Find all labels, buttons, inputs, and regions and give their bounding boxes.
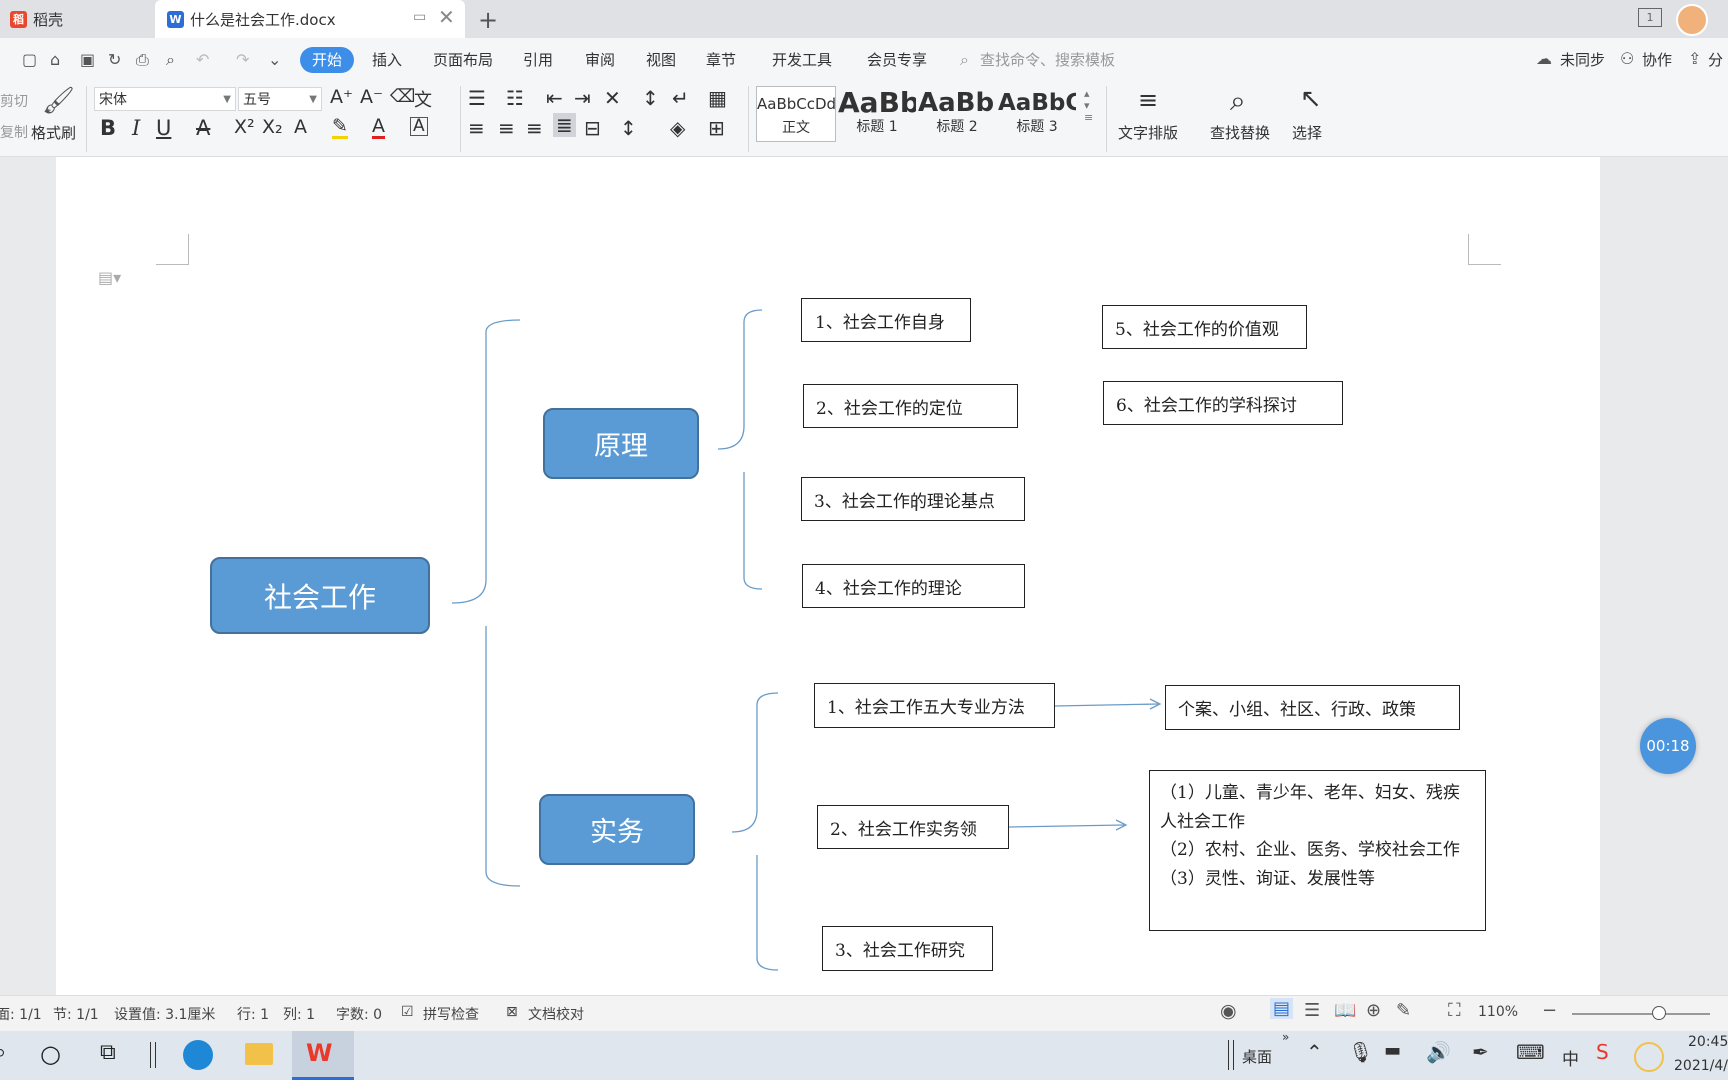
fields-box[interactable]: （1）儿童、青少年、老年、妇女、残疾人社会工作 （2）农村、企业、医务、学校社会… bbox=[1149, 770, 1486, 931]
keyboard-icon[interactable]: ⌨ bbox=[1516, 1040, 1545, 1064]
read-view-icon[interactable]: 📖 bbox=[1334, 1000, 1356, 1021]
search-icon[interactable]: ⌕ bbox=[0, 1040, 6, 1065]
status-page[interactable]: 页面: 1/1 bbox=[0, 1004, 42, 1024]
principle-item-4[interactable]: 4、社会工作的理论 bbox=[802, 564, 1025, 608]
principle-item-6[interactable]: 6、社会工作的学科探讨 bbox=[1103, 381, 1343, 425]
brace-root-bottom bbox=[485, 626, 521, 887]
desktop-toolbar[interactable]: 桌面 bbox=[1242, 1046, 1272, 1067]
spellcheck-icon: ☑ bbox=[401, 1004, 414, 1020]
zoom-level[interactable]: 110% bbox=[1478, 1004, 1518, 1020]
status-wordcount[interactable]: 字数: 0 bbox=[336, 1004, 382, 1024]
root-node[interactable]: 社会工作 bbox=[210, 557, 430, 634]
text-cursor-icon: I bbox=[914, 496, 919, 515]
edit-mode-icon[interactable]: ✎ bbox=[1396, 1000, 1411, 1021]
outline-view-icon[interactable]: ☰ bbox=[1304, 1000, 1320, 1021]
ime-indicator[interactable]: 中 bbox=[1562, 1045, 1579, 1070]
spellcheck-button[interactable]: 拼写检查 bbox=[423, 1004, 479, 1024]
task-view-icon[interactable]: ⧉ bbox=[100, 1040, 116, 1065]
recording-timer[interactable]: 00:18 bbox=[1640, 718, 1696, 774]
clock-app-icon[interactable] bbox=[1634, 1042, 1664, 1072]
principle-item-5[interactable]: 5、社会工作的价值观 bbox=[1102, 305, 1307, 349]
wps-taskbar-button[interactable]: W bbox=[292, 1031, 354, 1080]
microphone-icon[interactable]: 🎙 bbox=[1348, 1040, 1373, 1064]
taskbar-divider bbox=[150, 1042, 156, 1068]
principle-item-3[interactable]: 3、社会工作的理论基点 bbox=[801, 477, 1025, 521]
toolbar-expand-icon[interactable]: » bbox=[1282, 1030, 1289, 1044]
brace-principles-bottom bbox=[743, 472, 763, 590]
zoom-slider-handle[interactable] bbox=[1652, 1006, 1666, 1020]
principle-item-1[interactable]: 1、社会工作自身 bbox=[801, 298, 971, 342]
taskbar-divider bbox=[1228, 1040, 1234, 1070]
proofread-button[interactable]: 文档校对 bbox=[528, 1004, 584, 1024]
edge-icon[interactable] bbox=[183, 1040, 213, 1070]
clock-date[interactable]: 2021/4/ bbox=[1674, 1058, 1728, 1074]
status-row: 行: 1 bbox=[237, 1007, 270, 1023]
branch-practice[interactable]: 实务 bbox=[539, 794, 695, 865]
practice-item-3[interactable]: 3、社会工作研究 bbox=[822, 926, 993, 971]
principle-item-2[interactable]: 2、社会工作的定位 bbox=[803, 384, 1018, 428]
arrow-methods bbox=[1054, 703, 1159, 707]
status-col: 列: 1 bbox=[283, 1007, 316, 1023]
zoom-out-icon[interactable]: − bbox=[1542, 1000, 1557, 1021]
proofread-icon: ⊠ bbox=[506, 1004, 518, 1020]
tray-chevron-icon[interactable]: ⌃ bbox=[1306, 1040, 1323, 1064]
brace-principles-top bbox=[717, 309, 763, 450]
file-explorer-icon[interactable] bbox=[245, 1043, 273, 1065]
battery-icon[interactable]: ▬ bbox=[1384, 1040, 1401, 1061]
wps-icon: W bbox=[306, 1039, 333, 1067]
status-setting[interactable]: 设置值: 3.1厘米 bbox=[114, 1004, 215, 1024]
cortana-icon[interactable]: ○ bbox=[40, 1040, 61, 1068]
zoom-slider[interactable] bbox=[1572, 1013, 1710, 1015]
volume-icon[interactable]: 🔊 bbox=[1426, 1040, 1451, 1064]
brace-practice-bottom bbox=[756, 855, 779, 971]
eye-protection-icon[interactable]: ◉ bbox=[1220, 1000, 1237, 1022]
fields-line-3: （3）灵性、询证、发展性等 bbox=[1160, 868, 1375, 889]
brace-practice-top bbox=[731, 692, 779, 833]
practice-item-2[interactable]: 2、社会工作实务领 bbox=[817, 805, 1009, 849]
arrow-fields bbox=[1008, 824, 1125, 828]
page-view-icon[interactable]: ▤ bbox=[1270, 998, 1294, 1019]
web-view-icon[interactable]: ⊕ bbox=[1366, 1000, 1381, 1021]
wps-tray-icon[interactable]: S bbox=[1596, 1040, 1609, 1064]
methods-box[interactable]: 个案、小组、社区、行政、政策 bbox=[1165, 685, 1460, 730]
fields-line-2: （2）农村、企业、医务、学校社会工作 bbox=[1160, 840, 1460, 860]
fields-line-1: （1）儿童、青少年、老年、妇女、残疾人社会工作 bbox=[1160, 783, 1460, 832]
clock-time[interactable]: 20:45 bbox=[1688, 1034, 1728, 1050]
branch-principles[interactable]: 原理 bbox=[543, 408, 699, 479]
fit-page-icon[interactable]: ⛶ bbox=[1448, 1000, 1461, 1021]
brace-root-top bbox=[451, 319, 521, 604]
pen-icon[interactable]: ✒ bbox=[1472, 1040, 1489, 1064]
practice-item-1[interactable]: 1、社会工作五大专业方法 bbox=[814, 683, 1055, 728]
status-section[interactable]: 节: 1/1 bbox=[53, 1004, 99, 1024]
